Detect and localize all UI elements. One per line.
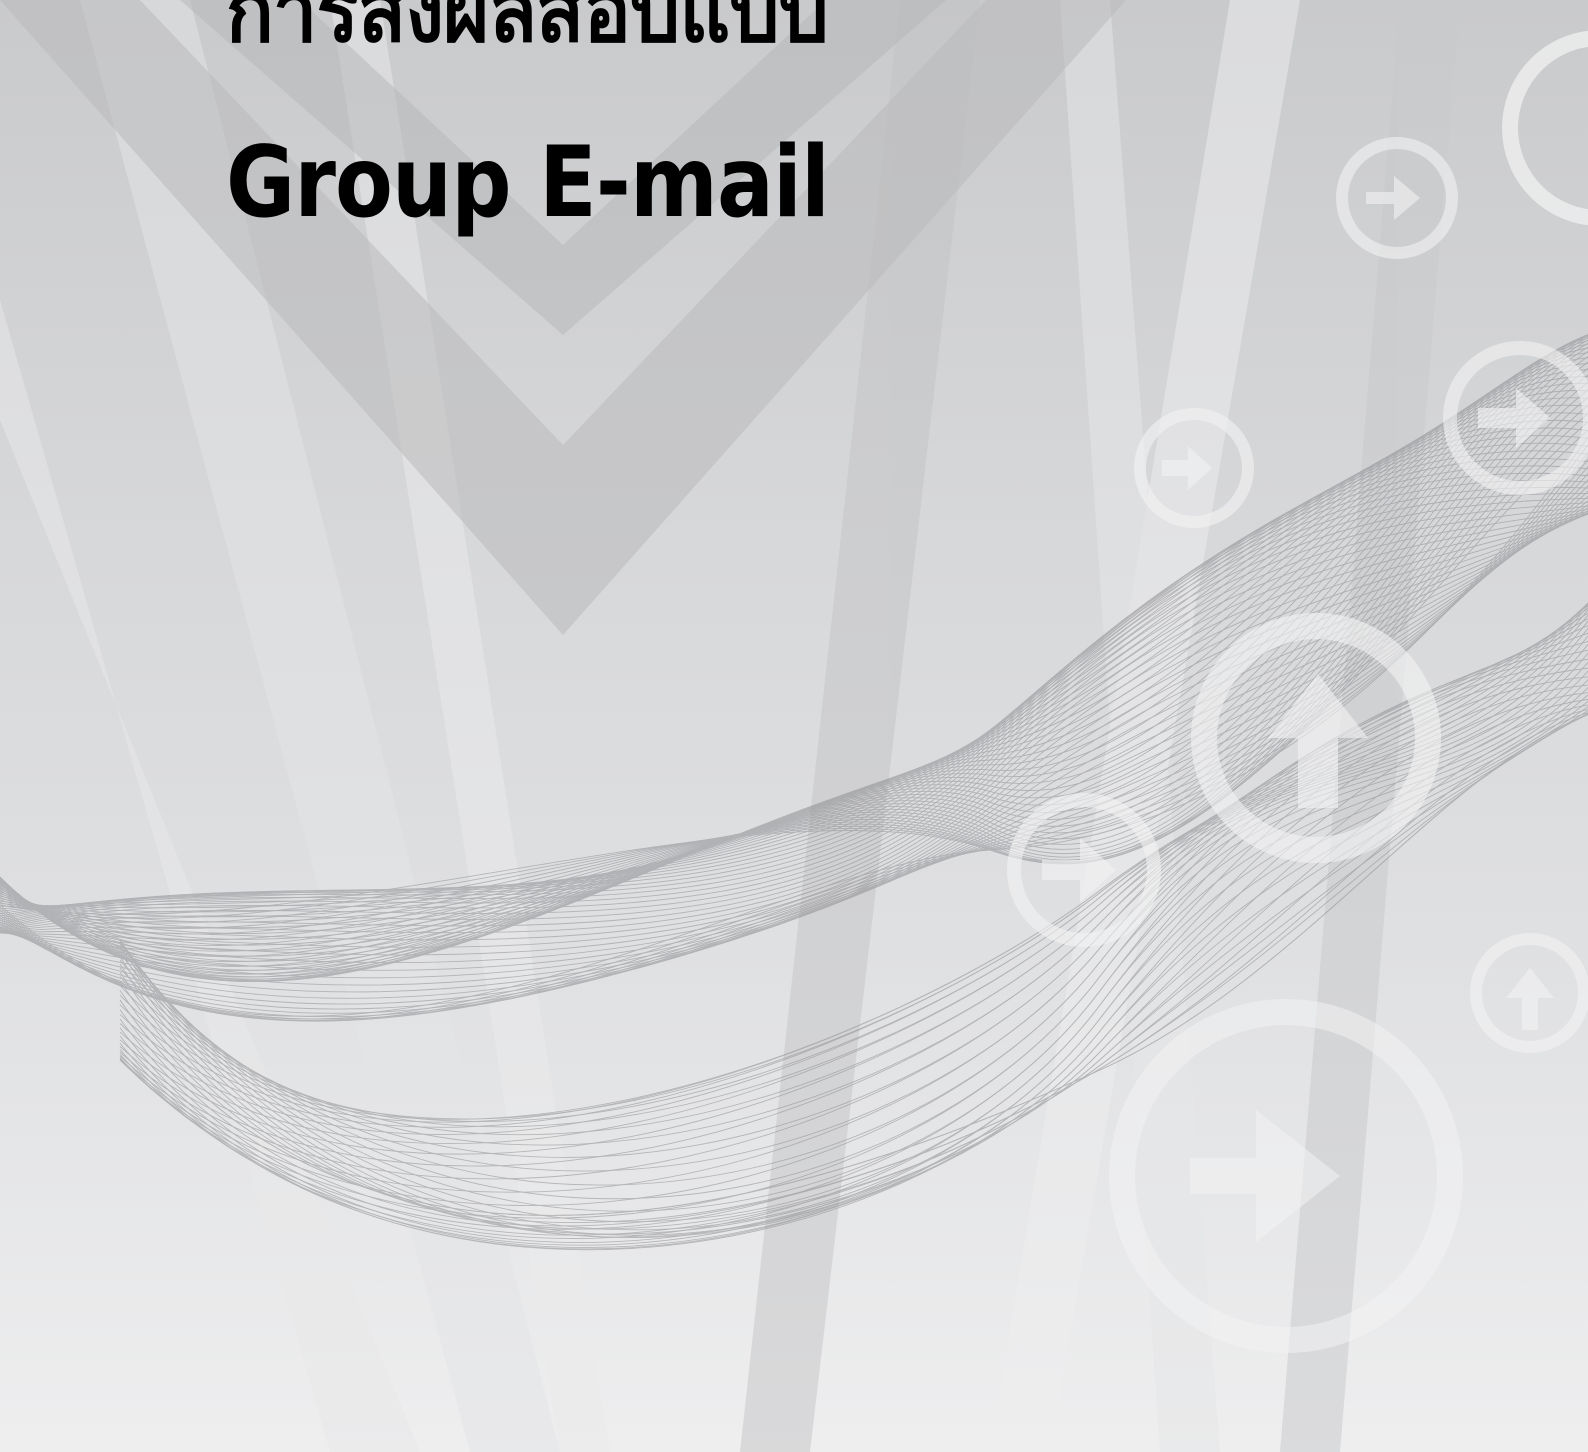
cover-page: การส่งผลสอบแบบ Group E-mail bbox=[0, 0, 1588, 1452]
cover-title-english: Group E-mail bbox=[226, 126, 830, 240]
arrow-right-circle-icon bbox=[1502, 30, 1588, 226]
cover-title-thai: การส่งผลสอบแบบ bbox=[226, 0, 829, 62]
arrow-up-circle-icon bbox=[1470, 933, 1588, 1053]
